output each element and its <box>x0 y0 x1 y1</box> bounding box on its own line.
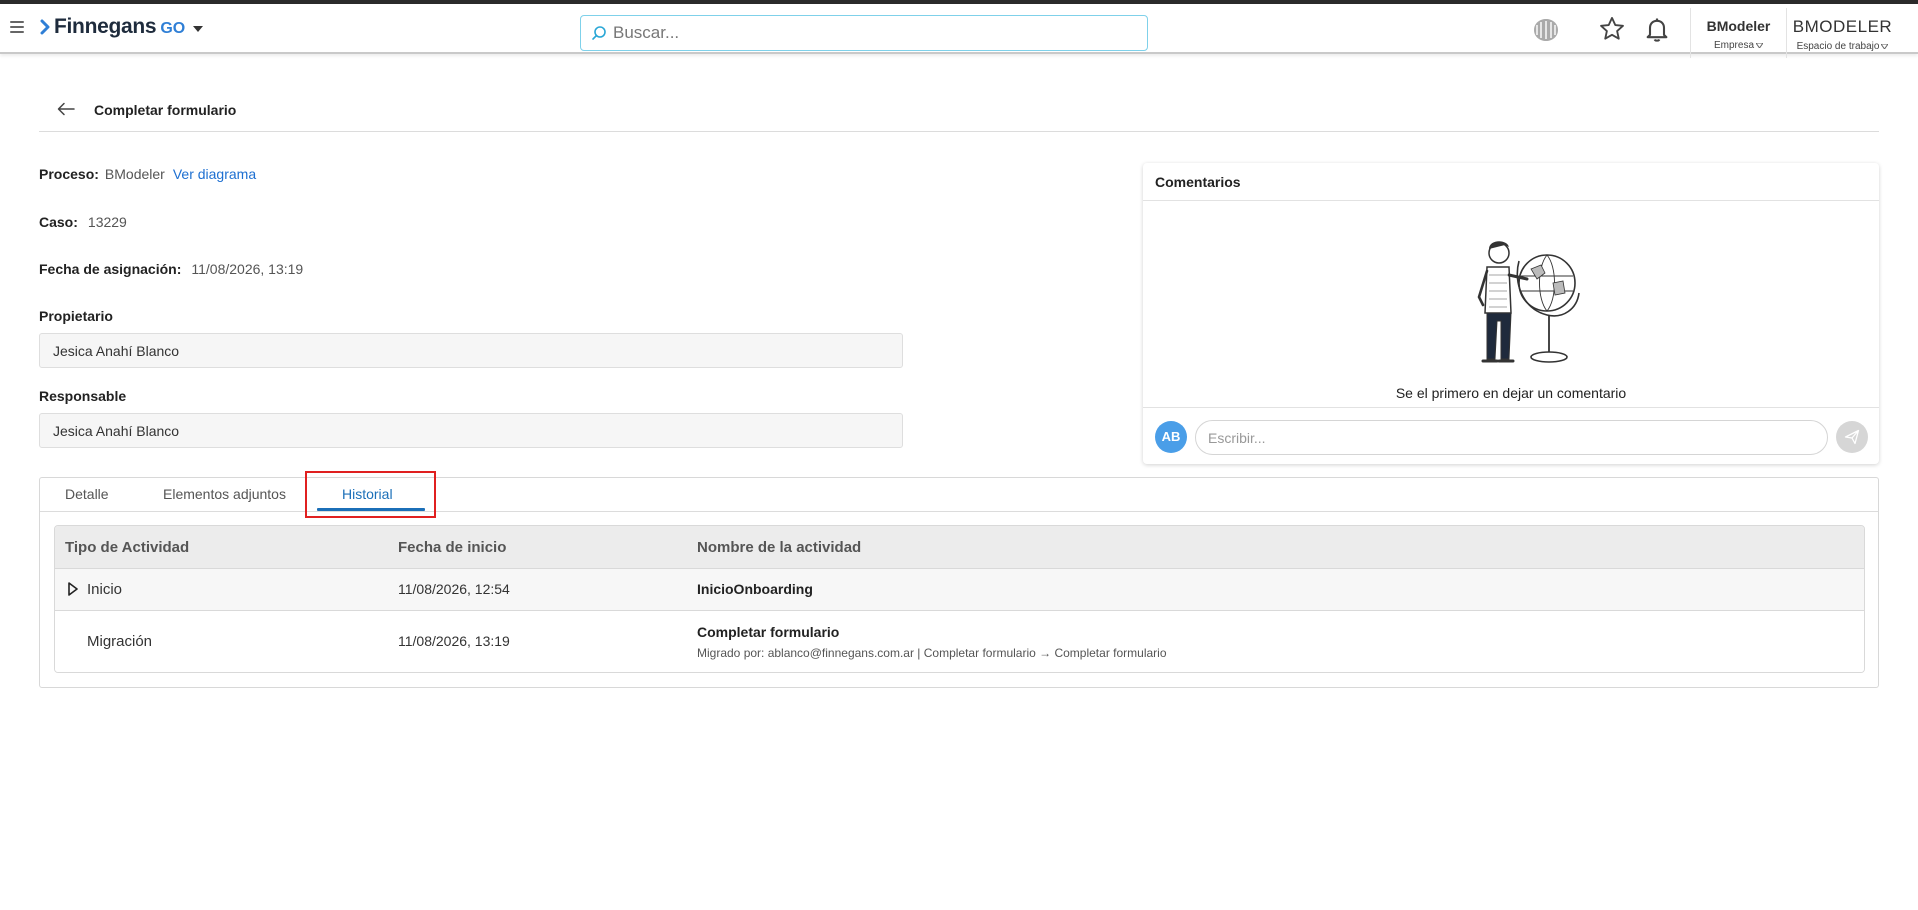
workspace-label: Espacio de trabajo <box>1796 41 1880 52</box>
caret-down-icon <box>193 26 204 32</box>
star-icon[interactable] <box>1598 15 1626 43</box>
cell-detalle: Migrado por: ablanco@finnegans.com.ar | … <box>697 646 1167 660</box>
caso-value: 13229 <box>87 214 127 230</box>
cell-fecha: 11/08/2026, 13:19 <box>398 633 510 649</box>
table-header: Tipo de Actividad Fecha de inicio Nombre… <box>55 526 1864 569</box>
fecha-asignacion-row: Fecha de asignación: 11/08/2026, 13:19 <box>39 261 303 277</box>
tab-detalle[interactable]: Detalle <box>65 486 109 502</box>
proceso-label: Proceso: <box>39 166 99 182</box>
history-table: Tipo de Actividad Fecha de inicio Nombre… <box>54 525 1865 673</box>
column-header-tipo: Tipo de Actividad <box>65 539 190 556</box>
fecha-asignacion-label: Fecha de asignación: <box>39 261 182 277</box>
avatar: AB <box>1155 421 1187 453</box>
ver-diagrama-link[interactable]: Ver diagrama <box>173 166 256 182</box>
cell-fecha: 11/08/2026, 12:54 <box>398 581 510 597</box>
bell-icon[interactable] <box>1643 15 1671 43</box>
cell-nombre: Completar formulario <box>697 624 840 640</box>
table-row[interactable]: Migración 11/08/2026, 13:19 Completar fo… <box>55 611 1864 672</box>
column-header-nombre: Nombre de la actividad <box>697 539 862 556</box>
cell-nombre: InicioOnboarding <box>697 581 813 597</box>
tab-elementos-adjuntos[interactable]: Elementos adjuntos <box>163 486 286 502</box>
logo-chevron-icon <box>40 19 50 35</box>
propietario-field[interactable]: Jesica Anahí Blanco <box>39 333 903 368</box>
apps-icon[interactable] <box>1530 17 1562 43</box>
tabs-bar: Detalle Elementos adjuntos Historial <box>40 478 1878 512</box>
send-button[interactable] <box>1836 421 1868 453</box>
fecha-asignacion-value: 11/08/2026, 13:19 <box>191 261 304 277</box>
propietario-label: Propietario <box>39 308 113 324</box>
column-header-fecha: Fecha de inicio <box>398 539 507 556</box>
logo[interactable]: Finnegans GO <box>40 15 204 39</box>
cell-tipo: Migración <box>87 633 153 650</box>
responsable-label: Responsable <box>39 388 127 404</box>
caso-label: Caso: <box>39 214 78 230</box>
company-name: BModeler <box>1706 18 1771 34</box>
table-row[interactable]: Inicio 11/08/2026, 12:54 InicioOnboardin… <box>55 569 1864 611</box>
comment-composer: AB <box>1143 407 1879 464</box>
comment-input[interactable] <box>1195 420 1828 455</box>
company-selector[interactable]: BModeler Empresa <box>1690 8 1786 58</box>
globe-person-illustration <box>1477 241 1580 363</box>
page-header: Completar formulario <box>39 90 1879 132</box>
back-arrow-icon[interactable] <box>57 102 75 116</box>
workspace-selector[interactable]: BMODELER Espacio de trabajo <box>1786 8 1898 58</box>
company-label: Empresa <box>1713 40 1754 51</box>
logo-suffix: GO <box>160 19 186 37</box>
top-bar: Finnegans GO BModeler Empresa BMODELER E… <box>0 4 1918 58</box>
comments-title: Comentarios <box>1143 163 1879 201</box>
caret-down-icon <box>1881 43 1889 49</box>
active-tab-indicator <box>317 508 425 511</box>
logo-text: Finnegans <box>54 15 157 38</box>
expand-row-icon[interactable] <box>67 582 79 596</box>
responsable-field[interactable]: Jesica Anahí Blanco <box>39 413 903 448</box>
proceso-value: BModeler <box>104 166 165 182</box>
tab-historial[interactable]: Historial <box>342 486 393 502</box>
search-icon <box>592 26 606 40</box>
search-input[interactable] <box>613 23 1113 43</box>
proceso-row: Proceso: BModeler Ver diagrama <box>39 166 256 182</box>
search-box[interactable] <box>580 15 1148 51</box>
send-icon <box>1844 429 1860 445</box>
cell-tipo: Inicio <box>87 581 123 598</box>
caso-row: Caso: 13229 <box>39 214 127 230</box>
workspace-name: BMODELER <box>1792 17 1893 36</box>
menu-icon[interactable] <box>10 21 24 35</box>
comments-panel: Comentarios Se el primero en dejar un co… <box>1143 163 1879 464</box>
caret-down-icon <box>1756 42 1763 48</box>
page-title: Completar formulario <box>94 102 237 118</box>
comments-empty-text: Se el primero en dejar un comentario <box>1395 385 1627 401</box>
